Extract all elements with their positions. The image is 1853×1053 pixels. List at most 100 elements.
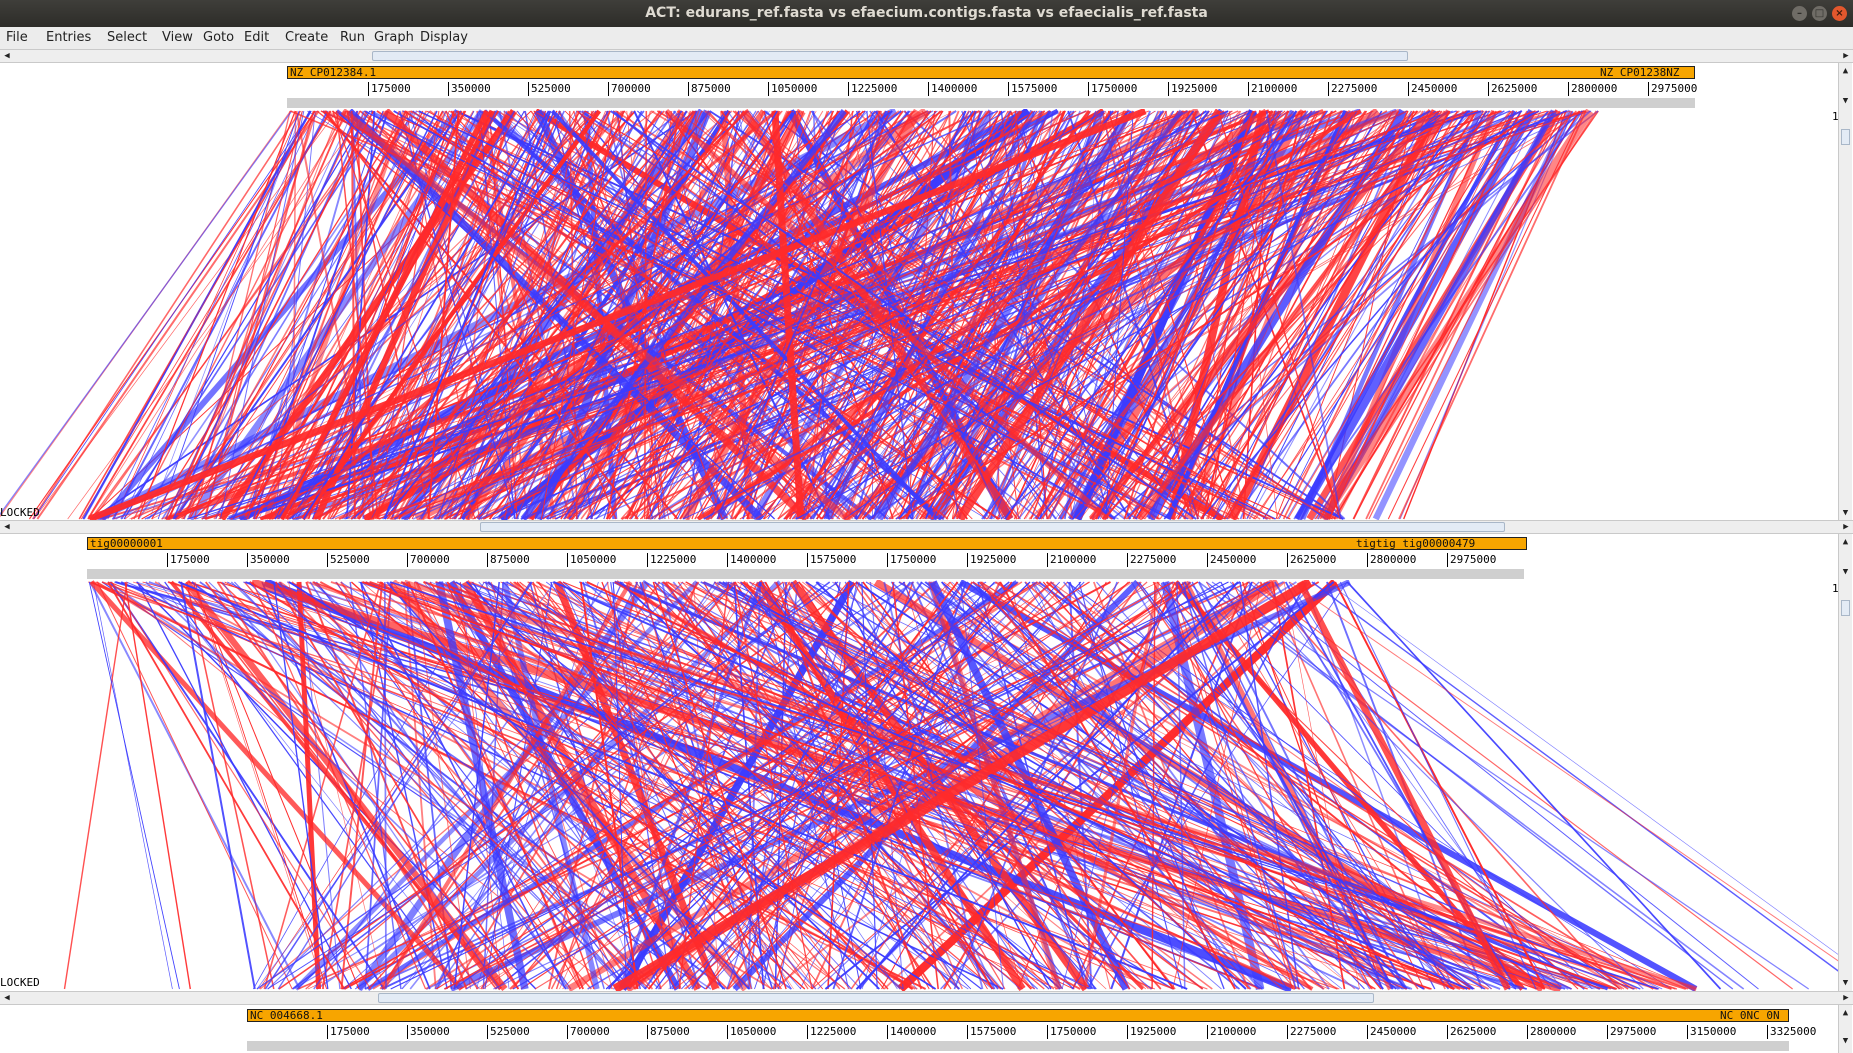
match-line[interactable] xyxy=(93,581,173,990)
scroll-down-icon[interactable]: ▼ xyxy=(1839,1035,1852,1047)
lower-vertical-scrollbar[interactable]: ▲ ▼ ▼ xyxy=(1838,534,1852,991)
ruler-tick: 1750000 xyxy=(1088,82,1137,96)
ruler-tick: 1750000 xyxy=(887,553,936,567)
ruler-tick: 1925000 xyxy=(1127,1025,1176,1039)
ruler-tick: 875000 xyxy=(688,82,731,96)
ruler-tick: 2275000 xyxy=(1287,1025,1336,1039)
lower-comparison-view[interactable] xyxy=(0,580,1838,991)
menu-view[interactable]: View xyxy=(162,30,193,45)
bottom-sequence-scrollbar[interactable]: ◀ ▶ xyxy=(0,991,1853,1005)
scroll-right-icon[interactable]: ▶ xyxy=(1839,521,1853,533)
lower-locked-status: LOCKED xyxy=(0,976,40,989)
ruler-tick: 525000 xyxy=(487,1025,530,1039)
menu-goto[interactable]: Goto xyxy=(203,30,234,45)
top-ruler-shade xyxy=(287,98,1695,108)
middle-sequence-end-labels: tigtig tig00000479 xyxy=(1356,537,1476,550)
ruler-tick: 700000 xyxy=(608,82,651,96)
ruler-tick: 1750000 xyxy=(1047,1025,1096,1039)
match-line[interactable] xyxy=(63,581,128,990)
scroll-left-icon[interactable]: ◀ xyxy=(0,50,14,62)
vertical-scroll-thumb[interactable] xyxy=(1841,129,1850,145)
ruler-tick: 2275000 xyxy=(1328,82,1377,96)
top-sequence-end-labels: NZ_CP01238NZ xyxy=(1600,66,1680,79)
ruler-tick: 1575000 xyxy=(1008,82,1057,96)
scroll-thumb[interactable] xyxy=(372,51,1408,61)
ruler-tick: 1225000 xyxy=(848,82,897,96)
scroll-right-icon[interactable]: ▶ xyxy=(1839,992,1853,1004)
ruler-tick: 525000 xyxy=(327,553,370,567)
ruler-tick: 2100000 xyxy=(1047,553,1096,567)
ruler-tick: 1050000 xyxy=(567,553,616,567)
ruler-tick: 875000 xyxy=(487,553,530,567)
ruler-tick: 2800000 xyxy=(1527,1025,1576,1039)
middle-sequence-scrollbar[interactable]: ◀ ▶ xyxy=(0,520,1853,534)
ruler-tick: 1400000 xyxy=(928,82,977,96)
ruler-tick: 1400000 xyxy=(727,553,776,567)
ruler-tick: 1575000 xyxy=(807,553,856,567)
middle-sequence-bar[interactable]: tig00000001 tigtig tig00000479 xyxy=(87,537,1527,550)
match-line[interactable] xyxy=(288,581,384,990)
minimize-icon[interactable]: – xyxy=(1792,6,1807,21)
ruler-tick: 1225000 xyxy=(807,1025,856,1039)
ruler-tick: 2450000 xyxy=(1367,1025,1416,1039)
ruler-tick: 1400000 xyxy=(887,1025,936,1039)
ruler-tick: 2100000 xyxy=(1207,1025,1256,1039)
top-sequence-scrollbar[interactable]: ◀ ▶ xyxy=(0,49,1853,63)
ruler-tick: 2625000 xyxy=(1447,1025,1496,1039)
ruler-tick: 2450000 xyxy=(1207,553,1256,567)
scroll-right-icon[interactable]: ▶ xyxy=(1839,50,1853,62)
ruler-tick: 1050000 xyxy=(727,1025,776,1039)
menu-file[interactable]: File xyxy=(6,30,28,45)
top-sequence-label: NZ_CP012384.1 xyxy=(290,66,377,79)
bottom-sequence-bar[interactable]: NC_004668.1 NC_0NC_0N xyxy=(247,1009,1789,1022)
bottom-vertical-scrollbar[interactable]: ▲ ▼ xyxy=(1838,1005,1852,1053)
scroll-down-icon[interactable]: ▼ xyxy=(1839,566,1852,578)
maximize-icon[interactable]: □ xyxy=(1812,6,1827,21)
scroll-left-icon[interactable]: ◀ xyxy=(0,992,14,1004)
scroll-thumb[interactable] xyxy=(480,522,1505,532)
scroll-down-icon[interactable]: ▼ xyxy=(1839,95,1852,107)
scroll-up-icon[interactable]: ▲ xyxy=(1839,536,1852,548)
scroll-thumb[interactable] xyxy=(378,993,1374,1003)
middle-ruler: 175000 350000 525000 700000 875000 1050000 122… xyxy=(87,553,1527,569)
ruler-tick: 2625000 xyxy=(1287,553,1336,567)
ruler-tick: 700000 xyxy=(567,1025,610,1039)
ruler-tick: 175000 xyxy=(327,1025,370,1039)
upper-locked-status: LOCKED xyxy=(0,506,40,519)
ruler-tick: 1925000 xyxy=(967,553,1016,567)
top-sequence-bar[interactable]: NZ_CP012384.1 NZ_CP01238NZ xyxy=(287,66,1695,79)
bottom-ruler-shade xyxy=(247,1041,1789,1051)
upper-vertical-scrollbar[interactable]: ▲ ▼ ▼ xyxy=(1838,63,1852,521)
top-ruler: 175000 350000 525000 700000 875000 1050000 122… xyxy=(287,82,1697,98)
scroll-up-icon[interactable]: ▲ xyxy=(1839,65,1852,77)
scroll-up-icon[interactable]: ▲ xyxy=(1839,1007,1852,1019)
bottom-sequence-end-labels: NC_0NC_0N xyxy=(1720,1009,1780,1022)
menu-select[interactable]: Select xyxy=(107,30,147,45)
window-title: ACT: edurans_ref.fasta vs efaecium.conti… xyxy=(645,5,1208,21)
ruler-tick: 2450000 xyxy=(1408,82,1457,96)
menu-entries[interactable]: Entries xyxy=(46,30,91,45)
menu-create[interactable]: Create xyxy=(285,30,328,45)
ruler-tick: 350000 xyxy=(247,553,290,567)
menu-display[interactable]: Display xyxy=(420,30,468,45)
ruler-tick: 1925000 xyxy=(1168,82,1217,96)
match-line[interactable] xyxy=(124,581,191,990)
scroll-left-icon[interactable]: ◀ xyxy=(0,521,14,533)
menu-bar: File Entries Select View Goto Edit Creat… xyxy=(0,27,1853,50)
menu-graph[interactable]: Graph xyxy=(374,30,414,45)
scroll-down-icon[interactable]: ▼ xyxy=(1839,507,1852,519)
ruler-tick: 2975000 xyxy=(1648,82,1697,96)
ruler-tick: 350000 xyxy=(407,1025,450,1039)
ruler-tick: 2975000 xyxy=(1447,553,1496,567)
ruler-tick: 2975000 xyxy=(1607,1025,1656,1039)
menu-edit[interactable]: Edit xyxy=(244,30,269,45)
upper-comparison-view[interactable] xyxy=(0,109,1838,521)
close-icon[interactable]: × xyxy=(1832,6,1847,21)
ruler-tick: 2100000 xyxy=(1248,82,1297,96)
ruler-tick: 175000 xyxy=(167,553,210,567)
menu-run[interactable]: Run xyxy=(340,30,365,45)
ruler-tick: 175000 xyxy=(368,82,411,96)
vertical-scroll-thumb[interactable] xyxy=(1841,600,1850,616)
ruler-tick: 1575000 xyxy=(967,1025,1016,1039)
scroll-down-icon[interactable]: ▼ xyxy=(1839,977,1852,989)
